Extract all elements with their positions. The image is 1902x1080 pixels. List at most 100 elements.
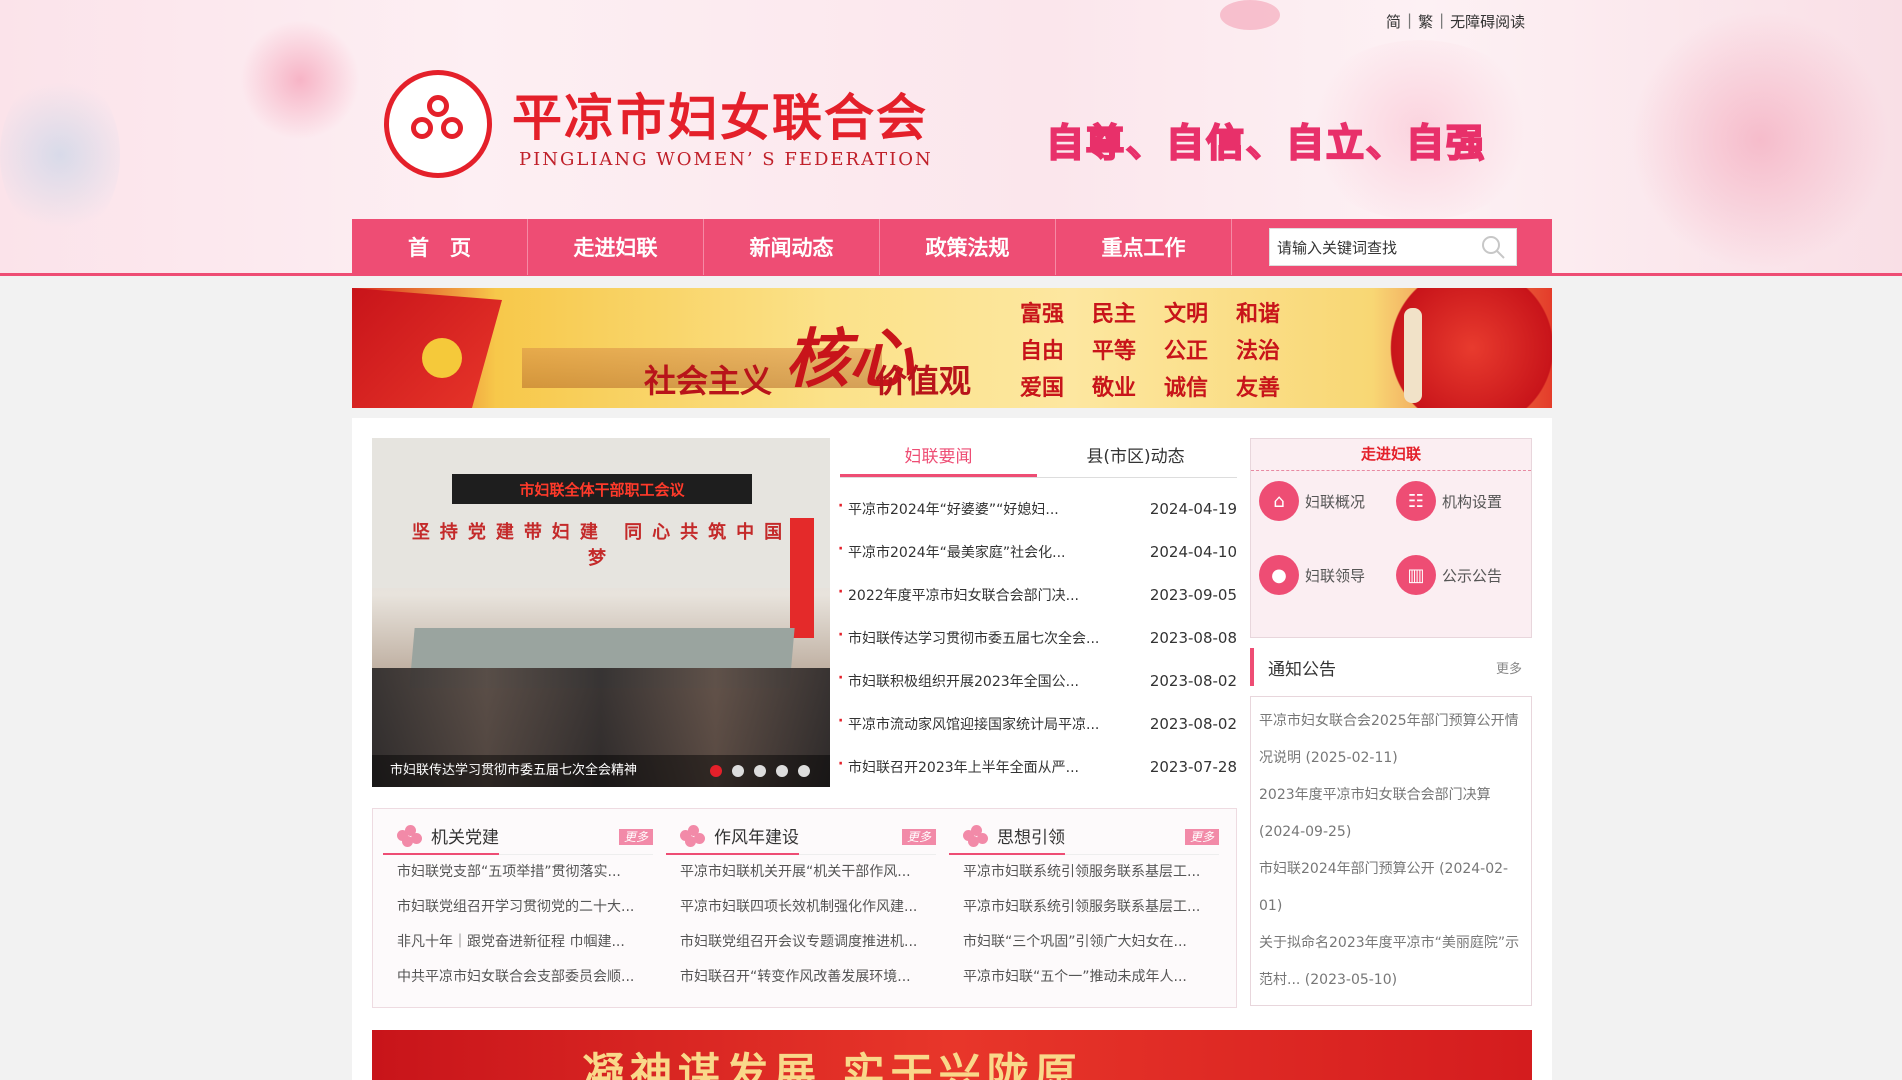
column-title: 思想引领 bbox=[997, 828, 1065, 848]
news-item[interactable]: 平凉市流动家风馆迎接国家统计局平凉... 2023-08-02 bbox=[838, 702, 1237, 745]
notice-list: 平凉市妇女联合会2025年部门预算公开情况说明 (2025-02-11) 202… bbox=[1250, 696, 1532, 1006]
core-value: 自由 bbox=[1020, 339, 1065, 364]
site-logo[interactable] bbox=[384, 70, 492, 178]
home-icon: ⌂ bbox=[1259, 481, 1299, 521]
column-item[interactable]: 平凉市妇联四项长效机制强化作风建... bbox=[666, 890, 936, 925]
about-panel-title[interactable]: 走进妇联 bbox=[1251, 439, 1531, 471]
news-tabs: 妇联要闻 县(市区)动态 bbox=[840, 438, 1237, 478]
news-title[interactable]: 市妇联传达学习贯彻市委五届七次全会... bbox=[838, 627, 1099, 648]
search-button[interactable] bbox=[1475, 229, 1511, 265]
slide-dot[interactable] bbox=[798, 765, 810, 777]
news-item[interactable]: 市妇联传达学习贯彻市委五届七次全会... 2023-08-08 bbox=[838, 616, 1237, 659]
logo-emblem-icon bbox=[411, 95, 465, 155]
slide-dot[interactable] bbox=[710, 765, 722, 777]
nav-policy[interactable]: 政策法规 bbox=[880, 219, 1056, 275]
column-item[interactable]: 中共平凉市妇女联合会支部委员会顺... bbox=[383, 960, 653, 995]
bottom-banner-text: 凝神谋发展 实干兴陇原 bbox=[582, 1049, 1083, 1080]
news-item[interactable]: 2022年度平凉市妇女联合会部门决... 2023-09-05 bbox=[838, 573, 1237, 616]
slide-dot[interactable] bbox=[776, 765, 788, 777]
column-title: 机关党建 bbox=[431, 828, 499, 848]
org-chart-icon: ☷ bbox=[1396, 481, 1436, 521]
about-links: ⌂ 妇联概况 ☷ 机构设置 ● 妇联领导 ▥ 公示公告 bbox=[1251, 471, 1531, 605]
core-values-banner[interactable]: 社会主义 核心 价值观 富强 民主 文明 和谐 自由 平等 公正 法治 爱国 敬… bbox=[352, 288, 1552, 408]
column-item[interactable]: 非凡十年｜跟党奋进新征程 巾帼建... bbox=[383, 925, 653, 960]
search-box bbox=[1269, 228, 1517, 266]
news-item[interactable]: 市妇联积极组织开展2023年全国公... 2023-08-02 bbox=[838, 659, 1237, 702]
notice-item[interactable]: 2023年度平凉市妇女联合会部门决算 (2024-09-25) bbox=[1259, 777, 1523, 851]
news-item[interactable]: 平凉市2024年“好婆婆”“好媳妇... 2024-04-19 bbox=[838, 487, 1237, 530]
core-value: 平等 bbox=[1092, 339, 1137, 364]
about-link-label: 机构设置 bbox=[1442, 492, 1503, 511]
simplified-chinese-link[interactable]: 简 bbox=[1386, 11, 1401, 32]
column-title-wrap: 思想引领 bbox=[949, 819, 1065, 855]
column-header: 机关党建 更多 bbox=[383, 819, 653, 855]
news-title[interactable]: 平凉市流动家风馆迎接国家统计局平凉... bbox=[838, 713, 1099, 734]
column-item[interactable]: 市妇联召开“转变作风改善发展环境... bbox=[666, 960, 936, 995]
notice-more-link[interactable]: 更多 bbox=[1496, 658, 1522, 677]
column-more-button[interactable]: 更多 bbox=[618, 828, 653, 845]
person-icon: ● bbox=[1259, 555, 1299, 595]
column-title: 作风年建设 bbox=[714, 828, 799, 848]
news-title[interactable]: 平凉市2024年“好婆婆”“好媳妇... bbox=[838, 498, 1059, 519]
search-input[interactable] bbox=[1270, 229, 1475, 265]
tab-county-news[interactable]: 县(市区)动态 bbox=[1037, 438, 1234, 477]
slide-dot[interactable] bbox=[754, 765, 766, 777]
hammer-sickle-icon bbox=[422, 338, 462, 378]
header-decoration bbox=[240, 20, 360, 140]
about-link-structure[interactable]: ☷ 机构设置 bbox=[1396, 481, 1523, 521]
column-item[interactable]: 平凉市妇联系统引领服务联系基层工... bbox=[949, 855, 1219, 890]
column-more-button[interactable]: 更多 bbox=[1184, 828, 1219, 845]
about-federation-panel: 走进妇联 ⌂ 妇联概况 ☷ 机构设置 ● 妇联领导 ▥ 公示公告 bbox=[1250, 438, 1532, 638]
column-item[interactable]: 市妇联党组召开学习贯彻党的二十大... bbox=[383, 890, 653, 925]
notice-item[interactable]: 平凉市妇女联合会2025年部门预算公开情况说明 (2025-02-11) bbox=[1259, 703, 1523, 777]
bar-chart-icon: ▥ bbox=[1396, 555, 1436, 595]
news-list: 平凉市2024年“好婆婆”“好媳妇... 2024-04-19 平凉市2024年“… bbox=[838, 487, 1237, 788]
about-link-announcements[interactable]: ▥ 公示公告 bbox=[1396, 555, 1523, 595]
core-value: 诚信 bbox=[1164, 376, 1209, 401]
core-value: 法治 bbox=[1236, 339, 1281, 364]
column-title-wrap: 机关党建 bbox=[383, 819, 499, 855]
about-link-overview[interactable]: ⌂ 妇联概况 bbox=[1259, 481, 1386, 521]
about-link-leadership[interactable]: ● 妇联领导 bbox=[1259, 555, 1386, 595]
notice-item[interactable]: 市妇联2024年部门预算公开 (2024-02-01) bbox=[1259, 851, 1523, 925]
column-more-button[interactable]: 更多 bbox=[901, 828, 936, 845]
column-ideological-guidance: 思想引领 更多 平凉市妇联系统引领服务联系基层工... 平凉市妇联系统引领服务联… bbox=[949, 819, 1219, 995]
traditional-chinese-link[interactable]: 繁 bbox=[1418, 11, 1433, 32]
column-item[interactable]: 平凉市妇联系统引领服务联系基层工... bbox=[949, 890, 1219, 925]
tab-federation-news[interactable]: 妇联要闻 bbox=[840, 438, 1037, 477]
nav-news[interactable]: 新闻动态 bbox=[704, 219, 880, 275]
bottom-banner[interactable]: 凝神谋发展 实干兴陇原 bbox=[372, 1030, 1532, 1080]
column-item[interactable]: 市妇联党组召开会议专题调度推进机... bbox=[666, 925, 936, 960]
news-title[interactable]: 2022年度平凉市妇女联合会部门决... bbox=[838, 584, 1079, 605]
notice-item[interactable]: 关于拟命名2023年度平凉市“美丽庭院”示范村... (2023-05-10) bbox=[1259, 925, 1523, 999]
news-date: 2023-08-08 bbox=[1149, 628, 1237, 647]
separator: | bbox=[1439, 11, 1445, 29]
nav-about[interactable]: 走进妇联 bbox=[528, 219, 704, 275]
slide-photo-wall-text: 坚持党建带妇建 同心共筑中国梦 bbox=[411, 522, 793, 569]
news-title[interactable]: 平凉市2024年“最美家庭”社会化... bbox=[838, 541, 1065, 562]
column-item[interactable]: 平凉市妇联“五个一”推动未成年人... bbox=[949, 960, 1219, 995]
news-title[interactable]: 市妇联召开2023年上半年全面从严... bbox=[838, 756, 1079, 777]
flower-icon bbox=[397, 824, 423, 847]
news-item[interactable]: 平凉市2024年“最美家庭”社会化... 2024-04-10 bbox=[838, 530, 1237, 573]
slide-photo-flag bbox=[790, 518, 814, 638]
banner-text-part3: 价值观 bbox=[875, 362, 972, 400]
nav-home[interactable]: 首 页 bbox=[352, 219, 528, 275]
news-date: 2023-08-02 bbox=[1149, 671, 1237, 690]
about-link-label: 公示公告 bbox=[1442, 566, 1503, 585]
column-item[interactable]: 平凉市妇联机关开展“机关干部作风... bbox=[666, 855, 936, 890]
flower-icon bbox=[963, 824, 989, 847]
column-item[interactable]: 市妇联“三个巩固”引领广大妇女在... bbox=[949, 925, 1219, 960]
news-item[interactable]: 市妇联召开2023年上半年全面从严... 2023-07-28 bbox=[838, 745, 1237, 788]
photo-slider[interactable]: 市妇联全体干部职工会议 坚持党建带妇建 同心共筑中国梦 市妇联传达学习贯彻市委五… bbox=[372, 438, 830, 787]
about-link-label: 妇联概况 bbox=[1305, 492, 1366, 511]
core-value: 和谐 bbox=[1236, 302, 1281, 327]
slide-dot[interactable] bbox=[732, 765, 744, 777]
flower-icon bbox=[680, 824, 706, 847]
column-item[interactable]: 市妇联党支部“五项举措”贯彻落实... bbox=[383, 855, 653, 890]
topic-columns: 机关党建 更多 市妇联党支部“五项举措”贯彻落实... 市妇联党组召开学习贯彻党… bbox=[372, 808, 1237, 1008]
accessibility-link[interactable]: 无障碍阅读 bbox=[1450, 11, 1525, 32]
nav-key-work[interactable]: 重点工作 bbox=[1056, 219, 1232, 275]
main-content: 市妇联全体干部职工会议 坚持党建带妇建 同心共筑中国梦 市妇联传达学习贯彻市委五… bbox=[352, 418, 1552, 1080]
news-title[interactable]: 市妇联积极组织开展2023年全国公... bbox=[838, 670, 1079, 691]
